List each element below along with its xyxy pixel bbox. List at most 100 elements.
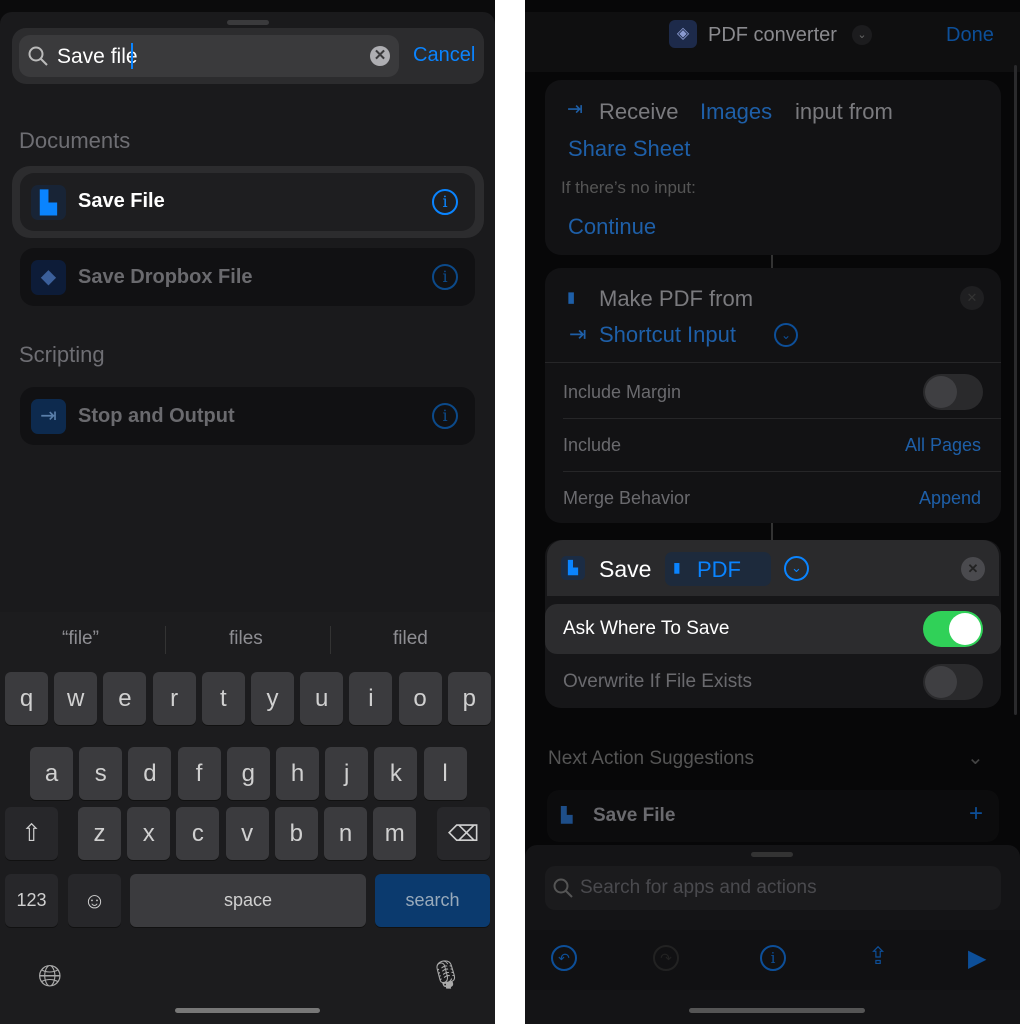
- suggestion-item-save-file[interactable]: ▙ Save File +: [547, 790, 999, 842]
- chevron-down-icon[interactable]: ⌄: [774, 323, 798, 347]
- search-placeholder: Search for apps and actions: [580, 877, 817, 898]
- toggle-knob: [925, 376, 957, 408]
- save-file-icon: ▙: [31, 185, 66, 220]
- item-label: Stop and Output: [78, 405, 235, 427]
- shortcut-editor-screen: ◈ PDF converter ⌄ Done ⇥ Receive Images …: [525, 0, 1020, 1024]
- key-p[interactable]: p: [447, 672, 491, 725]
- remove-action-icon[interactable]: ✕: [960, 286, 984, 310]
- save-action-card[interactable]: ▙ Save ▮ PDF ⌄ ✕ Ask Where To Save Overw…: [545, 540, 1001, 708]
- key-i[interactable]: i: [349, 672, 393, 725]
- share-icon[interactable]: ⇪: [868, 942, 888, 971]
- include-value[interactable]: All Pages: [905, 435, 981, 456]
- shortcut-input-token[interactable]: Shortcut Input: [599, 322, 736, 348]
- chevron-down-icon[interactable]: ⌄: [784, 556, 809, 581]
- space-key[interactable]: space: [130, 874, 366, 927]
- overwrite-toggle[interactable]: [923, 664, 983, 700]
- info-icon[interactable]: i: [432, 264, 458, 290]
- chevron-down-icon[interactable]: ⌄: [852, 25, 872, 45]
- globe-icon[interactable]: 🌐︎: [38, 960, 62, 994]
- search-key[interactable]: search: [375, 874, 490, 927]
- toggle-knob: [925, 666, 957, 698]
- key-t[interactable]: t: [201, 672, 245, 725]
- remove-action-icon[interactable]: ✕: [961, 557, 985, 581]
- sheet-grabber[interactable]: [227, 20, 269, 25]
- shortcut-title[interactable]: PDF converter: [708, 24, 837, 47]
- clear-icon[interactable]: ✕: [370, 46, 390, 66]
- no-input-label: If there’s no input:: [561, 178, 696, 197]
- connector: [771, 523, 773, 540]
- microphone-icon[interactable]: 🎙︎: [428, 958, 464, 991]
- suggestion-label: Save File: [593, 805, 676, 826]
- receive-action-card[interactable]: ⇥ Receive Images input from Share Sheet …: [545, 80, 1001, 255]
- key-g[interactable]: g: [226, 747, 270, 800]
- list-item-save-dropbox-file[interactable]: ◆ Save Dropbox File i: [20, 248, 475, 306]
- key-w[interactable]: w: [54, 672, 98, 725]
- list-item-save-file[interactable]: ▙ Save File i: [20, 173, 475, 231]
- make-pdf-action-card[interactable]: ▮ Make PDF from ✕ ⇥ Shortcut Input ⌄ Inc…: [545, 268, 1001, 523]
- key-f[interactable]: f: [177, 747, 221, 800]
- key-z[interactable]: z: [78, 807, 121, 860]
- redo-icon[interactable]: ↷: [653, 945, 679, 971]
- shortcut-input-icon: ⇥: [569, 323, 587, 346]
- search-input[interactable]: Save file ✕: [19, 35, 399, 77]
- suggestions-title: Next Action Suggestions: [548, 748, 754, 769]
- key-m[interactable]: m: [373, 807, 417, 860]
- suggestion-2[interactable]: files: [229, 628, 263, 650]
- sheet-grabber[interactable]: [751, 852, 793, 857]
- numbers-key[interactable]: 123: [5, 874, 58, 927]
- toggle-knob: [949, 613, 981, 645]
- key-j[interactable]: j: [325, 747, 369, 800]
- key-u[interactable]: u: [300, 672, 344, 725]
- suggestion-1[interactable]: “file”: [62, 628, 99, 650]
- input-type-token[interactable]: Images: [700, 99, 772, 125]
- ask-where-toggle[interactable]: [923, 611, 983, 647]
- key-l[interactable]: l: [423, 747, 467, 800]
- undo-icon[interactable]: ↶: [551, 945, 577, 971]
- shortcut-icon[interactable]: ◈: [669, 20, 697, 48]
- add-icon[interactable]: +: [969, 800, 983, 828]
- key-y[interactable]: y: [251, 672, 294, 725]
- item-label: Save File: [78, 190, 165, 212]
- info-icon[interactable]: i: [760, 945, 786, 971]
- delete-key[interactable]: ⌫: [437, 807, 490, 860]
- pdf-token[interactable]: ▮ PDF: [665, 552, 771, 586]
- key-r[interactable]: r: [152, 672, 196, 725]
- done-button[interactable]: Done: [946, 24, 994, 47]
- include-label: Include: [563, 435, 622, 455]
- key-k[interactable]: k: [374, 747, 418, 800]
- key-e[interactable]: e: [103, 672, 147, 725]
- connector: [771, 255, 773, 268]
- key-c[interactable]: c: [176, 807, 220, 860]
- key-q[interactable]: q: [5, 672, 48, 725]
- key-n[interactable]: n: [324, 807, 367, 860]
- section-title-scripting: Scripting: [19, 342, 105, 367]
- cancel-button[interactable]: Cancel: [413, 44, 475, 67]
- suggestion-3[interactable]: filed: [393, 628, 428, 650]
- info-icon[interactable]: i: [432, 403, 458, 429]
- merge-behavior-value[interactable]: Append: [919, 488, 981, 509]
- receive-label: Receive: [599, 99, 679, 124]
- key-b[interactable]: b: [274, 807, 318, 860]
- key-d[interactable]: d: [128, 747, 172, 800]
- run-icon[interactable]: ▶: [968, 944, 986, 973]
- include-margin-toggle[interactable]: [923, 374, 983, 410]
- make-pdf-label: Make PDF from: [599, 286, 754, 311]
- key-s[interactable]: s: [79, 747, 123, 800]
- scrollbar[interactable]: [1014, 65, 1017, 715]
- actions-search-input[interactable]: Search for apps and actions: [545, 866, 1001, 910]
- fallback-token[interactable]: Continue: [568, 214, 656, 240]
- info-icon[interactable]: i: [432, 189, 458, 215]
- search-icon: [28, 46, 48, 66]
- key-a[interactable]: a: [30, 747, 73, 800]
- source-token[interactable]: Share Sheet: [568, 136, 690, 162]
- key-v[interactable]: v: [225, 807, 269, 860]
- list-item-stop-and-output[interactable]: ⇥ Stop and Output i: [20, 387, 475, 445]
- key-x[interactable]: x: [127, 807, 171, 860]
- chevron-down-icon[interactable]: ⌄: [967, 745, 984, 770]
- include-margin-label: Include Margin: [563, 382, 682, 402]
- emoji-icon[interactable]: ☺: [68, 874, 121, 927]
- search-text: Save file: [57, 45, 138, 68]
- shift-key[interactable]: ⇧: [5, 807, 58, 860]
- key-o[interactable]: o: [398, 672, 442, 725]
- key-h[interactable]: h: [276, 747, 319, 800]
